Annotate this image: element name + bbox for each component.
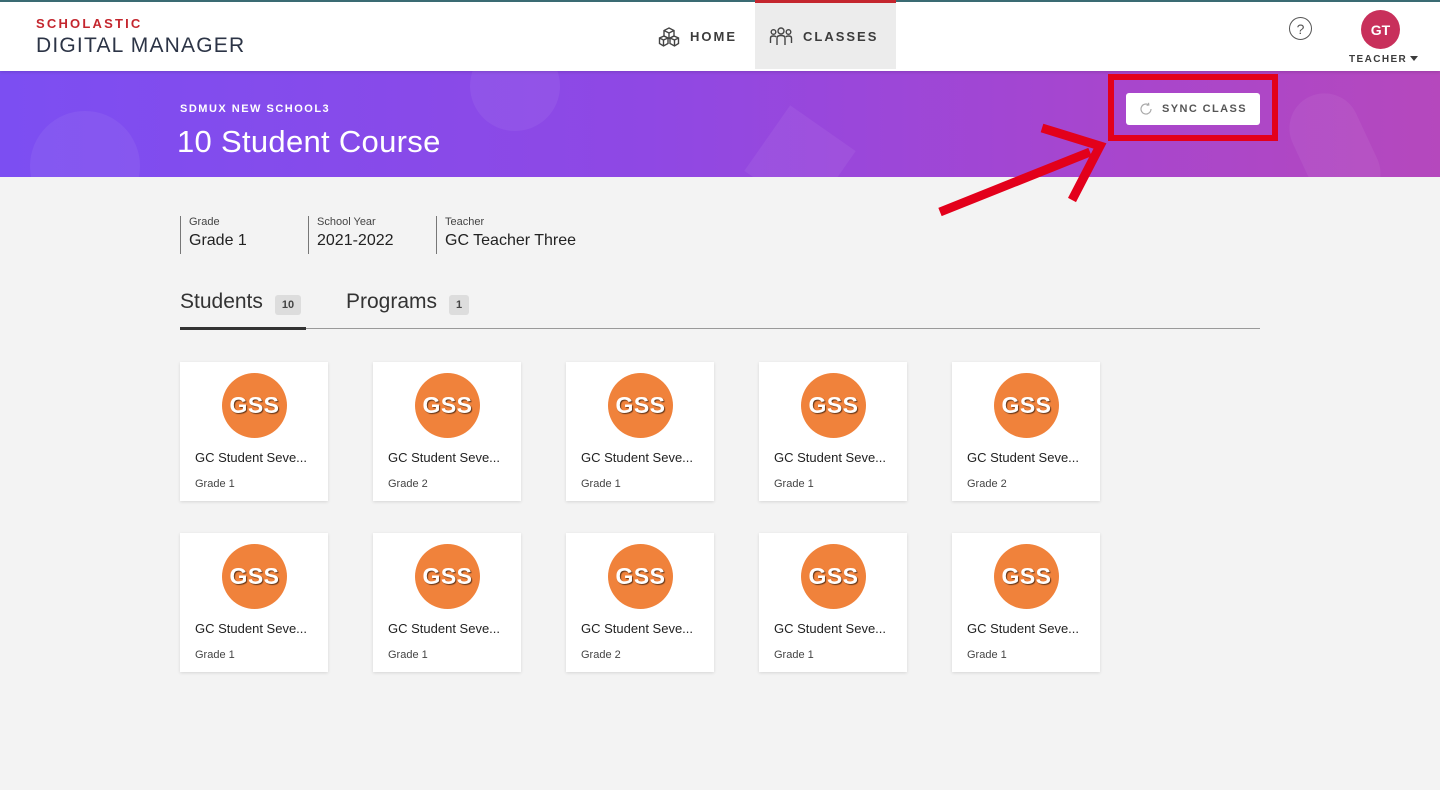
student-name: GC Student Seve...	[774, 621, 887, 636]
student-name: GC Student Seve...	[967, 450, 1080, 465]
student-avatar: GSS	[222, 373, 287, 438]
tab-students[interactable]: Students 10	[180, 290, 306, 330]
top-nav-bar: SCHOLASTIC DIGITAL MANAGER HOME CLASSES	[0, 0, 1440, 71]
student-grade: Grade 1	[581, 478, 621, 490]
student-card[interactable]: GSS GC Student Seve... Grade 1	[566, 362, 714, 501]
meta-value: 2021-2022	[317, 232, 394, 249]
nav-classes-label: CLASSES	[803, 28, 879, 44]
brand-name-top: SCHOLASTIC	[36, 16, 143, 31]
meta-value: Grade 1	[189, 232, 247, 249]
content-tabs: Students 10 Programs 1	[180, 290, 1260, 330]
student-card[interactable]: GSS GC Student Seve... Grade 1	[759, 362, 907, 501]
student-avatar: GSS	[608, 544, 673, 609]
student-avatar: GSS	[994, 544, 1059, 609]
meta-teacher: Teacher GC Teacher Three	[436, 216, 576, 254]
school-name: SDMUX NEW SCHOOL3	[180, 103, 331, 115]
student-name: GC Student Seve...	[774, 450, 887, 465]
student-avatar: GSS	[222, 544, 287, 609]
student-card[interactable]: GSS GC Student Seve... Grade 1	[759, 533, 907, 672]
help-button[interactable]: ?	[1289, 17, 1312, 40]
student-card[interactable]: GSS GC Student Seve... Grade 2	[952, 362, 1100, 501]
banner-decoration	[744, 105, 856, 177]
student-card[interactable]: GSS GC Student Seve... Grade 2	[566, 533, 714, 672]
student-name: GC Student Seve...	[195, 621, 308, 636]
nav-home-label: HOME	[690, 29, 737, 44]
student-avatar: GSS	[994, 373, 1059, 438]
course-title: 10 Student Course	[177, 124, 441, 159]
student-name: GC Student Seve...	[195, 450, 308, 465]
help-icon: ?	[1296, 20, 1305, 37]
student-card[interactable]: GSS GC Student Seve... Grade 2	[373, 362, 521, 501]
student-name: GC Student Seve...	[967, 621, 1080, 636]
meta-label: Teacher	[445, 216, 485, 228]
student-avatar: GSS	[415, 373, 480, 438]
people-icon	[769, 27, 793, 45]
cubes-icon	[658, 26, 680, 47]
student-card[interactable]: GSS GC Student Seve... Grade 1	[952, 533, 1100, 672]
main-nav: HOME CLASSES	[644, 0, 897, 71]
caret-down-icon	[1410, 56, 1419, 61]
student-avatar: GSS	[801, 373, 866, 438]
student-grade: Grade 1	[774, 478, 814, 490]
meta-school-year: School Year 2021-2022	[308, 216, 394, 254]
nav-classes[interactable]: CLASSES	[755, 0, 897, 69]
banner-decoration	[470, 71, 560, 131]
student-grade: Grade 2	[967, 478, 1007, 490]
role-menu[interactable]: TEACHER	[1349, 54, 1419, 65]
tab-label: Students	[180, 290, 263, 313]
role-label: TEACHER	[1349, 54, 1408, 65]
student-card[interactable]: GSS GC Student Seve... Grade 1	[180, 362, 328, 501]
student-grade: Grade 1	[388, 649, 428, 661]
meta-label: School Year	[317, 216, 376, 228]
student-grade: Grade 1	[967, 649, 1007, 661]
student-name: GC Student Seve...	[581, 450, 694, 465]
student-grade: Grade 1	[195, 649, 235, 661]
student-grade: Grade 1	[774, 649, 814, 661]
student-grade: Grade 1	[195, 478, 235, 490]
student-name: GC Student Seve...	[581, 621, 694, 636]
meta-label: Grade	[189, 216, 220, 228]
brand-name-bottom: DIGITAL MANAGER	[36, 34, 246, 57]
student-name: GC Student Seve...	[388, 450, 501, 465]
banner-decoration	[30, 111, 140, 177]
student-card[interactable]: GSS GC Student Seve... Grade 1	[180, 533, 328, 672]
meta-value: GC Teacher Three	[445, 232, 577, 249]
student-avatar: GSS	[415, 544, 480, 609]
student-grade: Grade 2	[388, 478, 428, 490]
user-avatar[interactable]: GT	[1361, 10, 1400, 49]
app-logo[interactable]: SCHOLASTIC DIGITAL MANAGER	[36, 16, 245, 58]
meta-grade: Grade Grade 1	[180, 216, 247, 254]
banner-decoration	[1277, 81, 1393, 177]
tab-label: Programs	[346, 290, 438, 313]
annotation-highlight-box	[1108, 74, 1278, 141]
student-card[interactable]: GSS GC Student Seve... Grade 1	[373, 533, 521, 672]
student-avatar: GSS	[608, 373, 673, 438]
student-grade: Grade 2	[581, 649, 621, 661]
nav-home[interactable]: HOME	[644, 2, 755, 71]
student-avatar: GSS	[801, 544, 866, 609]
student-name: GC Student Seve...	[388, 621, 501, 636]
count-badge: 1	[449, 295, 470, 315]
count-badge: 10	[274, 295, 302, 315]
tab-programs[interactable]: Programs 1	[346, 290, 470, 329]
